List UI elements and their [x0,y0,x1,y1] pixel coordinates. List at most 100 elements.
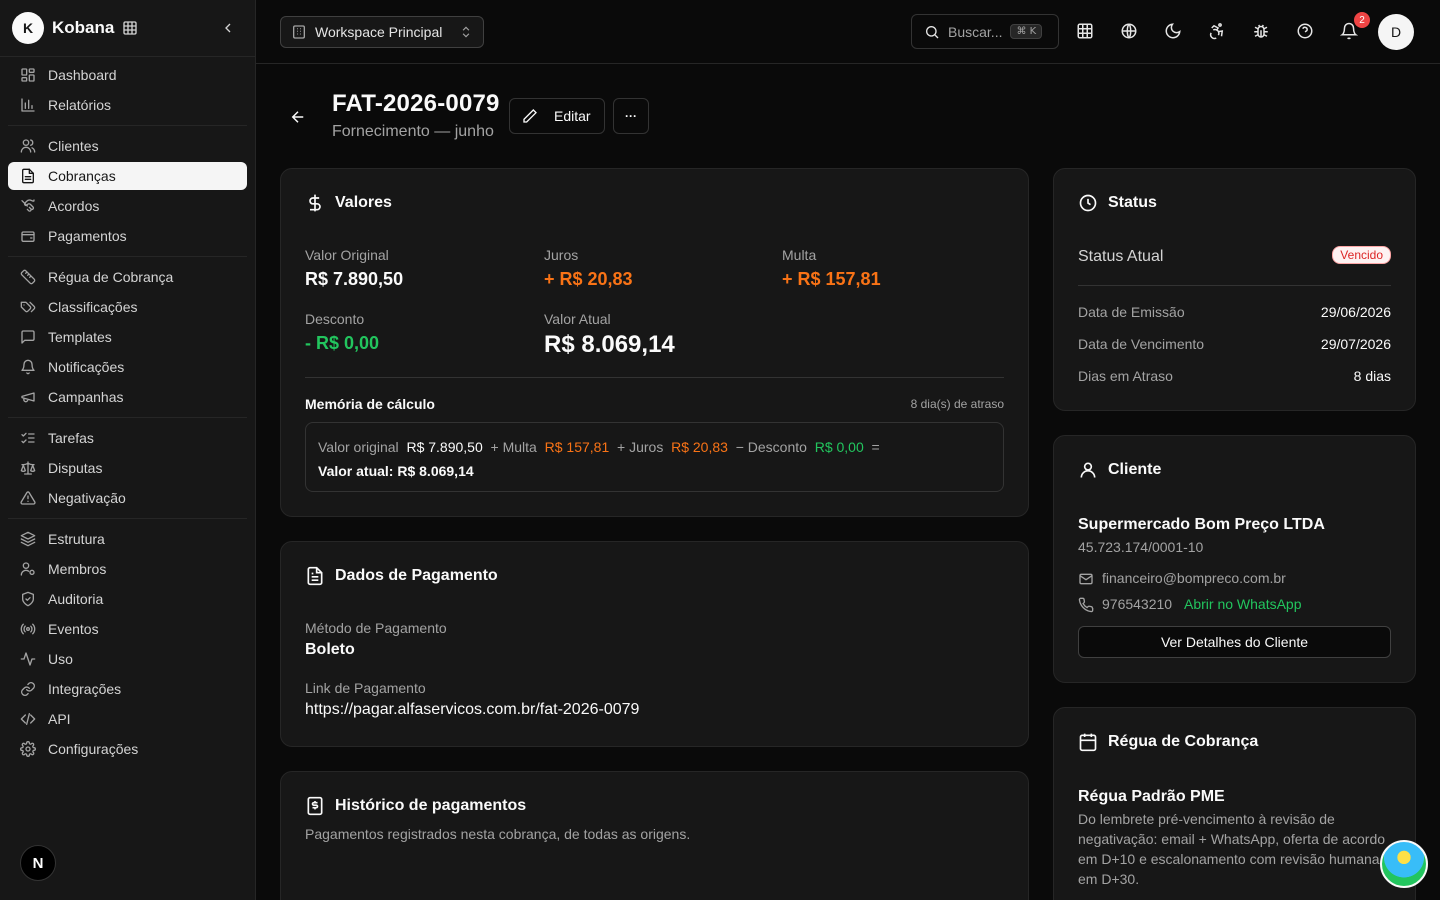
collapse-sidebar-icon[interactable] [220,20,236,36]
workspace-name: Workspace Principal [315,24,443,40]
sidebar-item-tarefas[interactable]: Tarefas [8,424,247,452]
handshake-icon [20,198,36,214]
receipt-icon [305,796,335,816]
sidebar-item-acordos[interactable]: Acordos [8,192,247,220]
user-avatar[interactable]: D [1378,14,1414,50]
sidebar-item-api[interactable]: API [8,705,247,733]
cliente-email[interactable]: financeiro@bompreco.com.br [1102,570,1286,586]
whatsapp-link[interactable]: Abrir no WhatsApp [1184,596,1302,612]
brand: K Kobana [12,12,244,44]
sidebar-item-regua-de-cobranca[interactable]: Régua de Cobrança [8,263,247,291]
back-arrow-icon[interactable] [289,108,307,126]
wallet-icon [20,228,36,244]
bug-icon[interactable] [1252,22,1272,42]
sidebar-item-label: Membros [48,561,107,577]
ver-detalhes-cliente-button[interactable]: Ver Detalhes do Cliente [1078,626,1391,658]
sidebar-item-auditoria[interactable]: Auditoria [8,585,247,613]
sidebar: K Kobana Dashboard Relatórios Clientes Cobr… [0,0,256,900]
apps-grid-icon[interactable] [122,20,138,36]
sidebar-item-membros[interactable]: Membros [8,555,247,583]
sidebar-item-label: Uso [48,651,73,667]
next-dev-badge[interactable]: N [20,845,56,881]
atraso-label: Dias em Atraso [1078,368,1173,384]
valores-title-text: Valores [335,194,392,211]
floating-widget-avatar[interactable] [1380,840,1428,888]
metodo-label: Método de Pagamento [305,620,447,636]
sidebar-item-label: Estrutura [48,531,105,547]
accessibility-icon[interactable] [1208,22,1228,42]
sidebar-item-label: Clientes [48,138,99,154]
sidebar-item-classificacoes[interactable]: Classificações [8,293,247,321]
multa-label: Multa [782,247,817,263]
sidebar-item-uso[interactable]: Uso [8,645,247,673]
search-input[interactable]: Buscar... ⌘ K [911,14,1059,49]
sidebar-item-label: Pagamentos [48,228,127,244]
search-shortcut: ⌘ K [1010,24,1043,39]
emissao-label: Data de Emissão [1078,304,1185,320]
chevrons-up-down-icon [459,25,473,39]
globe-icon[interactable] [1120,22,1140,42]
sidebar-item-disputas[interactable]: Disputas [8,454,247,482]
sidebar-item-notificacoes[interactable]: Notificações [8,353,247,381]
pencil-icon [522,108,554,124]
table-grid-icon[interactable] [1076,22,1096,42]
alert-triangle-icon [20,490,36,506]
valor-original-value: R$ 7.890,50 [305,269,404,289]
sidebar-item-clientes[interactable]: Clientes [8,132,247,160]
status-title-text: Status [1108,194,1157,211]
sidebar-item-cobrancas[interactable]: Cobranças [8,162,247,190]
user-cog-icon [20,561,36,577]
valor-atual-value: R$ 8.069,14 [544,331,675,358]
multa-value: + R$ 157,81 [782,269,881,289]
regua-title-text: Régua de Cobrança [1108,733,1259,750]
sidebar-item-dashboard[interactable]: Dashboard [8,61,247,89]
workspace-selector[interactable]: Workspace Principal [280,16,484,48]
sidebar-item-eventos[interactable]: Eventos [8,615,247,643]
brand-name: Kobana [52,18,115,37]
file-text-icon [305,566,335,586]
memo-value: R$ 157,81 [544,439,610,455]
sidebar-item-label: Régua de Cobrança [48,269,174,285]
edit-button[interactable]: Editar [509,98,605,134]
sidebar-item-label: Integrações [48,681,122,697]
sidebar-item-label: Campanhas [48,389,124,405]
sidebar-item-integracoes[interactable]: Integrações [8,675,247,703]
sidebar-item-relatorios[interactable]: Relatórios [8,91,247,119]
layers-icon [20,531,36,547]
help-circle-icon[interactable] [1296,22,1316,42]
sidebar-item-estrutura[interactable]: Estrutura [8,525,247,553]
nav-group: Clientes Cobranças Acordos Pagamentos [8,132,247,257]
valores-title: Valores [305,193,392,213]
memo-text: + Juros [617,439,664,455]
sidebar-item-label: Relatórios [48,97,112,113]
memo-equals: = [871,439,880,455]
atraso-value: 8 dias [1353,368,1391,384]
payment-link[interactable]: https://pagar.alfaservicos.com.br/fat-20… [305,701,639,719]
bar-chart-icon [20,97,36,113]
brand-logo[interactable]: K [12,12,44,44]
memo-value: R$ 0,00 [814,439,864,455]
phone-icon [1078,597,1094,613]
search-placeholder: Buscar... [948,23,1003,40]
status-card: Status Status Atual Vencido Data de Emis… [1053,168,1416,411]
topbar: Workspace Principal Buscar... ⌘ K 2 D [256,0,1440,64]
sidebar-item-configuracoes[interactable]: Configurações [8,735,247,763]
cliente-telefone: 976543210 [1102,596,1173,612]
user-icon [1078,460,1108,480]
moon-icon[interactable] [1164,22,1184,42]
sidebar-item-campanhas[interactable]: Campanhas [8,383,247,411]
search-icon [924,24,940,40]
sidebar-item-label: Eventos [48,621,99,637]
atraso-note: 8 dia(s) de atraso [910,397,1004,411]
sidebar-item-templates[interactable]: Templates [8,323,247,351]
status-title: Status [1078,193,1157,213]
cliente-cnpj: 45.723.174/0001-10 [1078,539,1204,555]
desconto-label: Desconto [305,311,365,327]
memo-value: R$ 20,83 [671,439,728,455]
cliente-nome: Supermercado Bom Preço LTDA [1078,516,1325,533]
users-icon [20,138,36,154]
sidebar-item-label: Notificações [48,359,125,375]
sidebar-item-negativacao[interactable]: Negativação [8,484,247,512]
sidebar-item-pagamentos[interactable]: Pagamentos [8,222,247,250]
more-actions-button[interactable]: ··· [613,98,649,134]
